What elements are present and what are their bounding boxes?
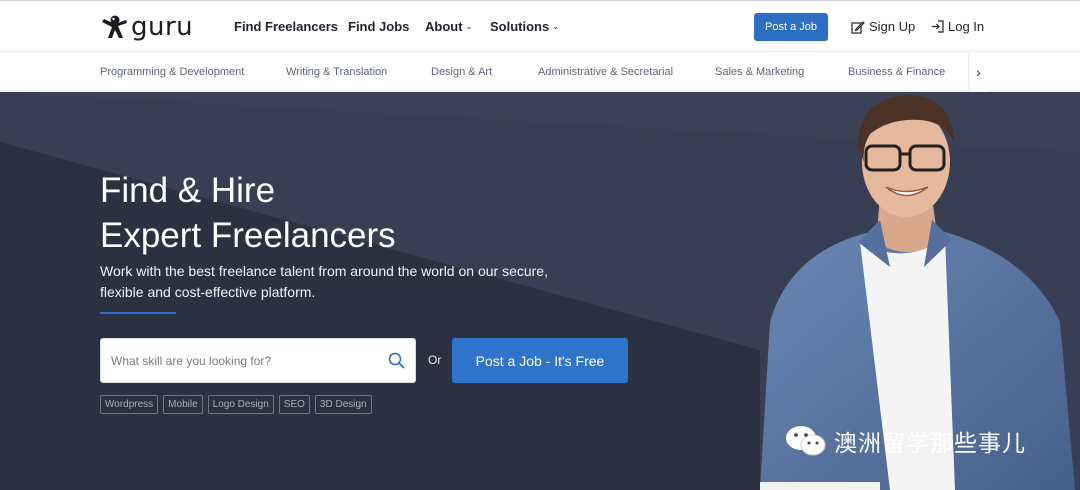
nav-about[interactable]: About ⌄ xyxy=(425,19,472,34)
tag-mobile[interactable]: Mobile xyxy=(163,395,203,414)
log-in-link[interactable]: Log In xyxy=(931,19,984,34)
hero-section: Find & Hire Expert Freelancers Work with… xyxy=(0,92,1080,490)
category-writing[interactable]: Writing & Translation xyxy=(286,66,387,78)
tag-seo[interactable]: SEO xyxy=(278,395,310,414)
guru-logo[interactable]: guru xyxy=(100,14,193,40)
nav-about-label: About xyxy=(425,19,463,34)
hero-title-line-1: Find & Hire xyxy=(100,171,276,210)
nav-solutions[interactable]: Solutions ⌄ xyxy=(490,19,559,34)
category-administrative[interactable]: Administrative & Secretarial xyxy=(538,66,673,78)
category-business[interactable]: Business & Finance xyxy=(848,66,945,78)
chevron-right-icon[interactable]: › xyxy=(968,52,988,92)
category-design[interactable]: Design & Art xyxy=(431,66,492,78)
logo-text: guru xyxy=(131,12,194,42)
tag-logo-design[interactable]: Logo Design xyxy=(207,395,274,414)
or-label: Or xyxy=(428,353,442,367)
nav-find-jobs[interactable]: Find Jobs xyxy=(348,19,409,34)
top-navigation: guru Find Freelancers Find Jobs About ⌄ S… xyxy=(0,0,1080,52)
chevron-down-icon: ⌄ xyxy=(552,22,559,31)
skill-search-input[interactable] xyxy=(101,339,381,382)
nav-find-freelancers[interactable]: Find Freelancers xyxy=(234,19,338,34)
edit-icon xyxy=(851,20,865,34)
login-icon xyxy=(932,20,944,33)
wechat-watermark: 澳洲留学那些事儿 xyxy=(784,423,1026,459)
hero-divider xyxy=(100,312,176,314)
guru-logo-icon xyxy=(102,15,127,38)
sign-up-label: Sign Up xyxy=(869,19,916,34)
category-bar: Programming & Development Writing & Tran… xyxy=(0,52,1080,92)
hero-subtitle: Work with the best freelance talent from… xyxy=(100,263,548,300)
tag-3d-design[interactable]: 3D Design xyxy=(314,395,372,414)
hero-title-line-2: Expert Freelancers xyxy=(100,216,396,255)
nav-solutions-label: Solutions xyxy=(490,19,550,34)
chevron-down-icon: ⌄ xyxy=(465,22,473,31)
category-programming[interactable]: Programming & Development xyxy=(100,66,244,78)
log-in-label: Log In xyxy=(948,19,985,34)
skill-search[interactable] xyxy=(100,338,416,383)
hero-title: Find & Hire Expert Freelancers xyxy=(100,168,396,258)
watermark-text: 澳洲留学那些事儿 xyxy=(834,431,1026,457)
category-sales[interactable]: Sales & Marketing xyxy=(715,66,804,78)
tag-wordpress[interactable]: Wordpress xyxy=(100,395,159,414)
post-job-button[interactable]: Post a Job xyxy=(754,13,828,41)
popular-skill-tags: Wordpress Mobile Logo Design SEO 3D Desi… xyxy=(100,395,372,414)
wechat-icon xyxy=(786,426,826,456)
sign-up-link[interactable]: Sign Up xyxy=(851,19,915,34)
post-job-free-button[interactable]: Post a Job - It's Free xyxy=(452,338,628,383)
search-icon[interactable] xyxy=(388,352,405,369)
